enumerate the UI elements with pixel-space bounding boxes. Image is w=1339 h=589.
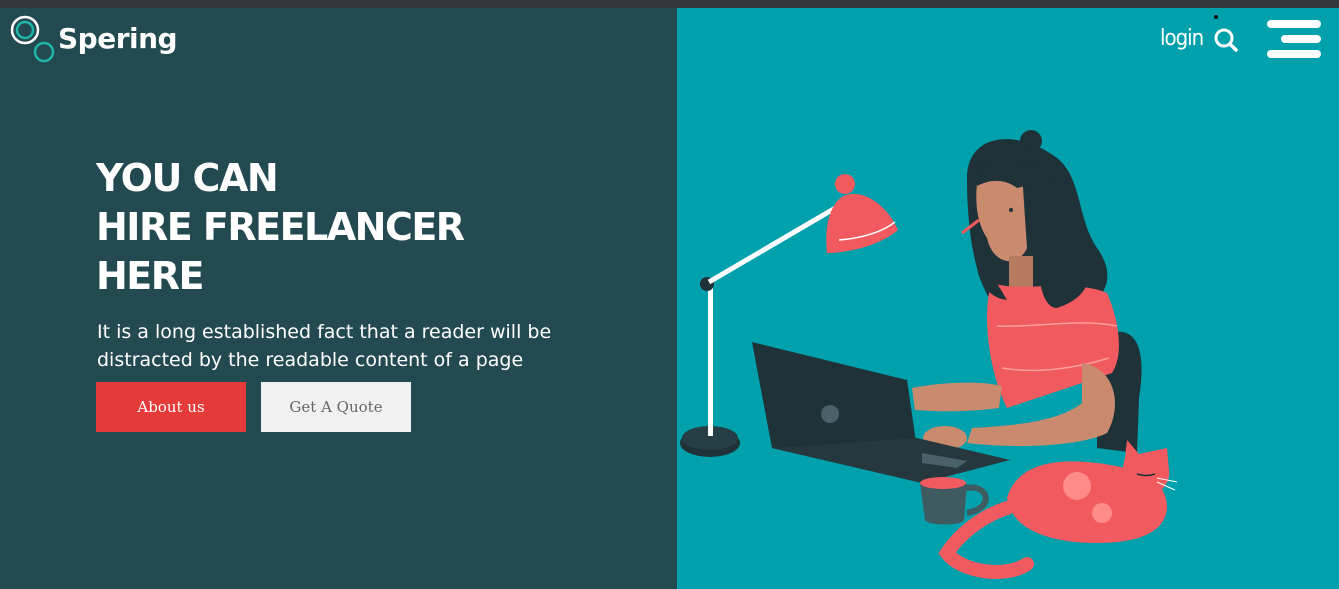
get-a-quote-button[interactable]: Get A Quote (261, 382, 411, 432)
browser-top-strip (0, 0, 1339, 8)
brand-logo-link[interactable]: Spering (8, 14, 178, 66)
logo-rings-icon (8, 14, 56, 66)
headline-line: HIRE FREELANCER (96, 205, 465, 249)
hero-description: It is a long established fact that a rea… (97, 321, 552, 371)
headline-line: HERE (96, 254, 204, 298)
hero-headline: YOU CAN HIRE FREELANCER HERE (96, 154, 465, 301)
about-us-button[interactable]: About us (96, 382, 246, 432)
freelancer-illustration (680, 130, 1178, 579)
woman-illustration (912, 130, 1119, 450)
laptop-illustration (752, 342, 1010, 483)
headline-line: YOU CAN (96, 156, 279, 200)
brand-name: Spering (58, 21, 178, 55)
